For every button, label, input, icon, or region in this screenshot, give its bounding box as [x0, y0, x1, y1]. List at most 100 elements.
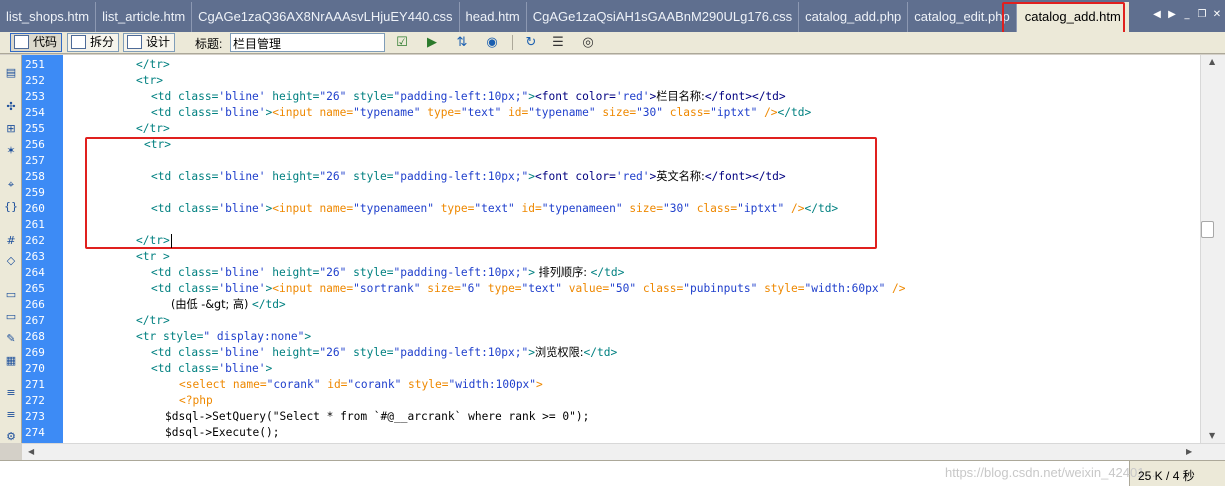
scroll-left-icon[interactable]: ◀: [1151, 8, 1163, 22]
preview-icon[interactable]: ▶: [422, 34, 442, 51]
code-token: name=: [319, 282, 354, 295]
vertical-scroll-thumb[interactable]: [1201, 221, 1214, 238]
collapse-selection-icon[interactable]: ⊞: [3, 121, 19, 137]
refresh-icon[interactable]: ↻: [521, 34, 541, 51]
code-token: <input: [272, 202, 320, 215]
code-token: >: [304, 330, 312, 343]
scroll-left-arrow-icon[interactable]: ◀: [28, 447, 34, 456]
code-token: </tr>: [136, 122, 170, 135]
watermark: https://blog.csdn.net/weixin_42401...: [945, 465, 1156, 480]
code-token: </td>: [251, 298, 286, 311]
minimize-icon[interactable]: _: [1181, 8, 1193, 22]
code-line: <td class='bline' height="26" style="pad…: [151, 345, 617, 361]
expand-all-icon[interactable]: ✶: [3, 143, 19, 159]
tab-catalog-add-php[interactable]: catalog_add.php: [799, 2, 909, 32]
line-number: 265: [25, 282, 45, 295]
open-documents-icon[interactable]: ▤: [3, 65, 19, 81]
code-token: "6": [460, 282, 482, 295]
tab-catalog-add-htm[interactable]: catalog_add.htm: [1016, 2, 1129, 32]
code-token: <input: [272, 106, 320, 119]
code-token: />: [885, 282, 906, 295]
scroll-right-arrow-icon[interactable]: ▶: [1186, 447, 1192, 456]
apply-comment-icon[interactable]: ▭: [3, 287, 19, 303]
code-token: "padding-left:10px;": [393, 346, 529, 359]
code-token: class=: [177, 202, 219, 215]
code-token: class=: [177, 90, 219, 103]
line-numbers-icon[interactable]: #: [3, 233, 19, 249]
code-token: id=: [320, 378, 348, 391]
code-token: name=: [319, 106, 354, 119]
code-token: 'bline': [218, 90, 266, 103]
select-parent-tag-icon[interactable]: ⌖: [3, 177, 19, 193]
title-input[interactable]: 栏目管理: [230, 33, 385, 52]
tab-list-shops[interactable]: list_shops.htm: [0, 2, 97, 32]
tab-css-2[interactable]: CgAGe1zaQsiAH1sGAABnM290ULg176.css: [527, 2, 800, 32]
code-text: 排列顺序:: [535, 266, 591, 279]
code-line: <td class='bline' height="26" style="pad…: [151, 169, 786, 185]
restore-icon[interactable]: ❐: [1196, 8, 1208, 22]
code-editor[interactable]: </tr> <tr> <td class='bline' height="26"…: [63, 55, 1200, 443]
scroll-down-icon[interactable]: ▼: [1209, 431, 1215, 440]
code-line: <select name="corank" id="corank" style=…: [179, 377, 543, 393]
code-text: (由低 -&gt; 高): [171, 298, 252, 311]
format-source-icon[interactable]: ⚙: [3, 429, 19, 445]
code-token: "30": [663, 202, 690, 215]
scroll-up-icon[interactable]: ▲: [1209, 57, 1215, 66]
code-token: "padding-left:10px;": [393, 266, 529, 279]
validate-icon[interactable]: ☑: [392, 34, 412, 51]
horizontal-scrollbar[interactable]: ◀ ▶: [22, 443, 1225, 460]
tab-head[interactable]: head.htm: [460, 2, 527, 32]
line-number: 264: [25, 266, 45, 279]
code-token: "padding-left:10px;": [393, 90, 529, 103]
scroll-right-icon[interactable]: ▶: [1166, 8, 1178, 22]
outdent-code-icon[interactable]: ≡: [3, 407, 19, 423]
code-token: class=: [177, 266, 219, 279]
code-token: style=: [346, 90, 394, 103]
line-number: 267: [25, 314, 45, 327]
indent-code-icon[interactable]: ≡: [3, 385, 19, 401]
code-token: name=: [319, 202, 354, 215]
line-number: 252: [25, 74, 45, 87]
design-view-label: 设计: [146, 35, 171, 49]
view-options-icon[interactable]: ☰: [548, 34, 568, 51]
collapse-tag-icon[interactable]: ✣: [3, 99, 19, 115]
split-view-icon: [71, 35, 86, 49]
balance-braces-icon[interactable]: {}: [3, 199, 19, 215]
code-token: class=: [177, 362, 219, 375]
browser-globe-icon[interactable]: ◉: [482, 34, 502, 51]
split-view-label: 拆分: [90, 35, 115, 49]
code-token: 'bline': [218, 346, 266, 359]
code-token: <td: [151, 362, 178, 375]
code-token: " display:none": [203, 330, 305, 343]
recent-snippets-icon[interactable]: ▦: [3, 353, 19, 369]
code-token: "text": [460, 106, 502, 119]
design-view-button[interactable]: 设计: [123, 33, 176, 52]
wrap-tag-icon[interactable]: ✎: [3, 331, 19, 347]
file-transfer-icon[interactable]: ⇅: [452, 34, 472, 51]
code-token: value=: [561, 282, 610, 295]
code-token: "text": [474, 202, 515, 215]
split-view-button[interactable]: 拆分: [67, 33, 120, 52]
code-line: <tr >: [136, 249, 170, 265]
code-token: 'bline': [218, 106, 266, 119]
vertical-scrollbar[interactable]: ▲ ▼: [1200, 55, 1225, 443]
code-token: />: [784, 202, 805, 215]
code-line: <tr>: [136, 73, 163, 89]
tab-list-article[interactable]: list_article.htm: [96, 2, 193, 32]
tab-catalog-edit-php[interactable]: catalog_edit.php: [908, 2, 1017, 32]
toolbar-separator: [512, 35, 513, 50]
line-number: 261: [25, 218, 45, 231]
remove-comment-icon[interactable]: ▭: [3, 309, 19, 325]
line-number: 262: [25, 234, 45, 247]
highlight-invalid-code-icon[interactable]: ◇: [3, 253, 19, 269]
code-token: "width:100px": [448, 378, 537, 391]
code-token: <font: [535, 170, 576, 183]
visual-aids-icon[interactable]: ◎: [578, 34, 598, 51]
close-icon[interactable]: ✕: [1211, 8, 1223, 22]
code-token: height=: [265, 90, 320, 103]
code-token: <font: [535, 90, 576, 103]
code-token: </font></td>: [704, 170, 786, 183]
tab-css-1[interactable]: CgAGe1zaQ36AX8NrAAAsvLHjuEY440.css: [192, 2, 460, 32]
code-view-button[interactable]: 代码: [10, 33, 63, 52]
code-token: </tr>: [136, 58, 170, 71]
